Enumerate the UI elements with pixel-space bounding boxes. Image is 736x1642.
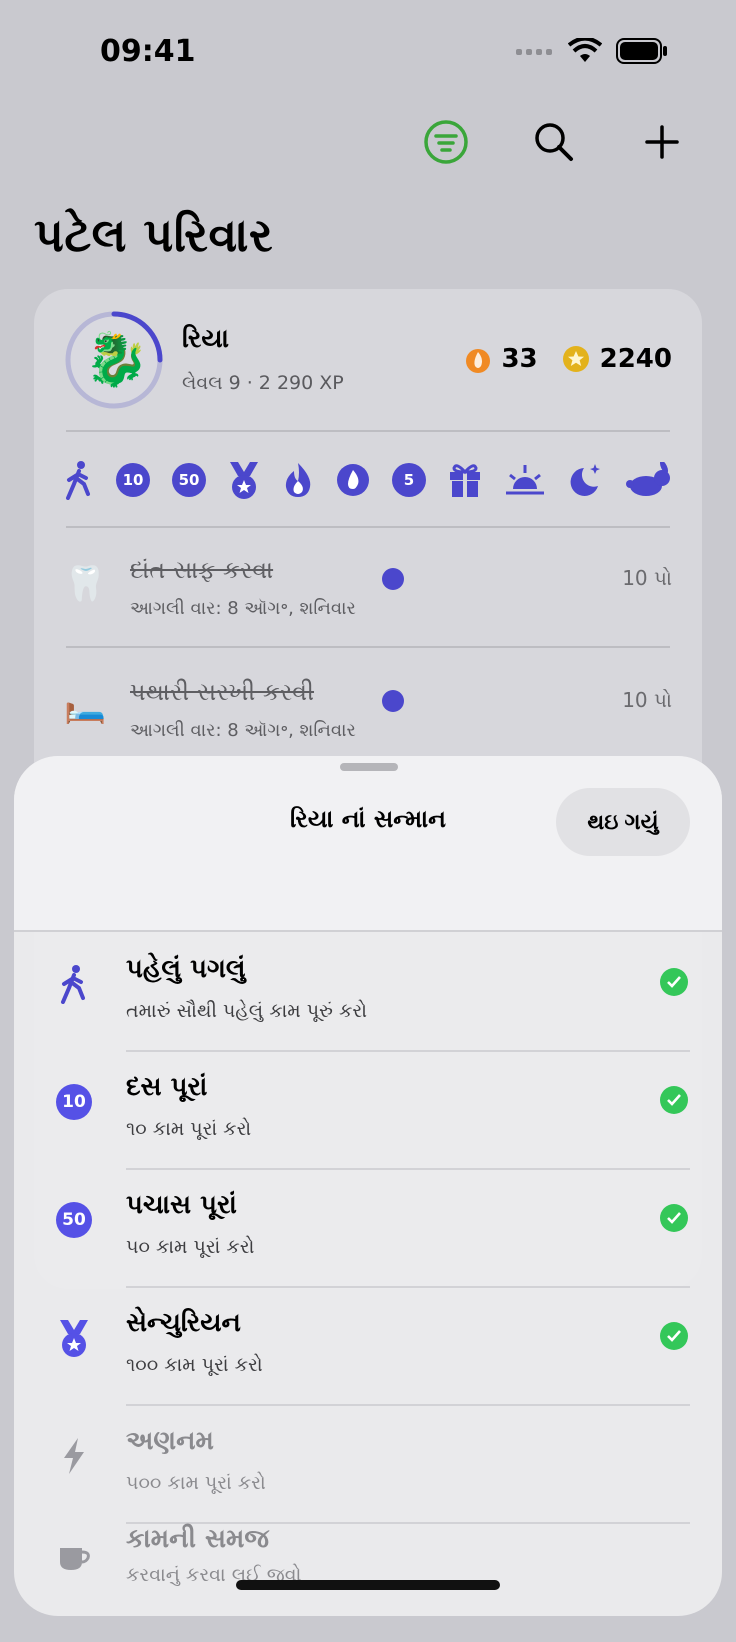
divider bbox=[66, 646, 670, 648]
task-title: પથારી સરખી કરવી bbox=[130, 678, 315, 706]
search-icon bbox=[535, 123, 573, 161]
signal-icon bbox=[516, 49, 552, 55]
achievement-title: પચાસ પૂરાં bbox=[126, 1190, 237, 1220]
walk-icon bbox=[66, 461, 90, 500]
sheet-grabber[interactable] bbox=[340, 763, 398, 771]
ten-badge-label: 10 bbox=[56, 1084, 92, 1120]
divider bbox=[66, 526, 670, 528]
gift-icon bbox=[450, 464, 480, 497]
check-icon bbox=[382, 568, 404, 590]
add-button[interactable] bbox=[630, 110, 694, 174]
flame-circle-icon bbox=[337, 464, 369, 496]
page-title: પટેલ પરિવાર bbox=[34, 208, 274, 262]
filter-button[interactable] bbox=[414, 110, 478, 174]
five-badge-icon: 5 bbox=[392, 463, 426, 497]
profile-level: લેવલ 9 · 2 290 XP bbox=[182, 372, 344, 394]
badge-strip[interactable]: 10 50 5 bbox=[64, 455, 672, 505]
profile-name: રિયા bbox=[182, 324, 229, 354]
profile-stats: 33 2240 bbox=[465, 344, 672, 374]
divider bbox=[66, 430, 670, 432]
cup-icon bbox=[54, 1538, 94, 1578]
toolbar bbox=[414, 110, 694, 174]
tooth-icon: 🦷 bbox=[64, 564, 107, 604]
check-icon bbox=[660, 968, 688, 996]
achievement-title: દસ પૂરાં bbox=[126, 1072, 208, 1102]
coin-icon bbox=[562, 346, 589, 372]
profile-row[interactable]: 🐉 રિયા લેવલ 9 · 2 290 XP 33 2240 bbox=[64, 310, 672, 410]
fifty-badge-icon: 50 bbox=[54, 1200, 94, 1240]
ten-badge-icon: 10 bbox=[54, 1082, 94, 1122]
achievement-title: પહેલું પગલું bbox=[126, 954, 246, 984]
achievement-description: તમારું સૌથી પહેલું કામ પૂરું કરો bbox=[126, 1000, 368, 1022]
home-indicator bbox=[236, 1580, 500, 1590]
check-icon bbox=[382, 690, 404, 712]
task-next-date: આગલી વાર: 8 ઑગ॰, શનિવાર bbox=[130, 598, 356, 619]
sunrise-icon bbox=[506, 465, 544, 495]
wifi-icon bbox=[568, 38, 602, 62]
achievement-title: અણનમ bbox=[126, 1426, 214, 1456]
achievement-row[interactable]: સેન્ચુરિયન ૧૦૦ કામ પૂરાં કરો bbox=[14, 1288, 722, 1406]
achievement-title: કામની સમજ bbox=[126, 1524, 269, 1554]
fifty-badge-icon: 50 bbox=[172, 463, 206, 497]
achievement-row[interactable]: પહેલું પગલું તમારું સૌથી પહેલું કામ પૂરુ… bbox=[14, 934, 722, 1052]
task-row[interactable]: 🛏️ પથારી સરખી કરવી આગલી વાર: 8 ઑગ॰, શનિવ… bbox=[64, 674, 672, 754]
achievement-row[interactable]: 10 દસ પૂરાં ૧૦ કામ પૂરાં કરો bbox=[14, 1052, 722, 1170]
achievement-row[interactable]: 50 પચાસ પૂરાં ૫૦ કામ પૂરાં કરો bbox=[14, 1170, 722, 1288]
achievement-description: ૫૦૦ કામ પૂરાં કરો bbox=[126, 1472, 266, 1494]
search-button[interactable] bbox=[522, 110, 586, 174]
streak-count: 33 bbox=[501, 344, 538, 374]
plus-icon bbox=[645, 125, 679, 159]
task-next-date: આગલી વાર: 8 ઑગ॰, શનિવાર bbox=[130, 720, 356, 741]
medal-icon bbox=[230, 462, 258, 499]
achievement-row[interactable]: અણનમ ૫૦૦ કામ પૂરાં કરો bbox=[14, 1406, 722, 1524]
avatar: 🐉 bbox=[84, 330, 149, 390]
status-time: 09:41 bbox=[100, 34, 196, 69]
achievement-description: ૫૦ કામ પૂરાં કરો bbox=[126, 1236, 255, 1258]
achievement-description: ૧૦ કામ પૂરાં કરો bbox=[126, 1118, 252, 1140]
check-icon bbox=[660, 1086, 688, 1114]
coin-count: 2240 bbox=[599, 344, 672, 374]
flame-icon bbox=[285, 463, 311, 497]
achievement-title: સેન્ચુરિયન bbox=[126, 1308, 241, 1338]
medal-icon bbox=[54, 1318, 94, 1358]
moon-stars-icon bbox=[570, 464, 600, 496]
task-points: 10 પો bbox=[622, 688, 672, 712]
rabbit-icon bbox=[626, 462, 670, 496]
filter-icon bbox=[424, 120, 468, 164]
task-title: દાંત સાફ કરવા bbox=[130, 556, 274, 584]
bolt-icon bbox=[54, 1436, 94, 1476]
check-icon bbox=[660, 1322, 688, 1350]
check-icon bbox=[660, 1204, 688, 1232]
task-points: 10 પો bbox=[622, 566, 672, 590]
status-icons bbox=[516, 38, 668, 64]
done-button[interactable]: થઇ ગયું bbox=[556, 788, 690, 856]
ten-badge-icon: 10 bbox=[116, 463, 150, 497]
flame-icon bbox=[466, 349, 491, 373]
battery-icon bbox=[616, 38, 667, 64]
task-row[interactable]: 🦷 દાંત સાફ કરવા આગલી વાર: 8 ઑગ॰, શનિવાર … bbox=[64, 552, 672, 632]
walk-icon bbox=[54, 964, 94, 1004]
achievement-description: ૧૦૦ કામ પૂરાં કરો bbox=[126, 1354, 263, 1376]
fifty-badge-label: 50 bbox=[56, 1202, 92, 1238]
bed-icon: 🛏️ bbox=[64, 686, 107, 726]
